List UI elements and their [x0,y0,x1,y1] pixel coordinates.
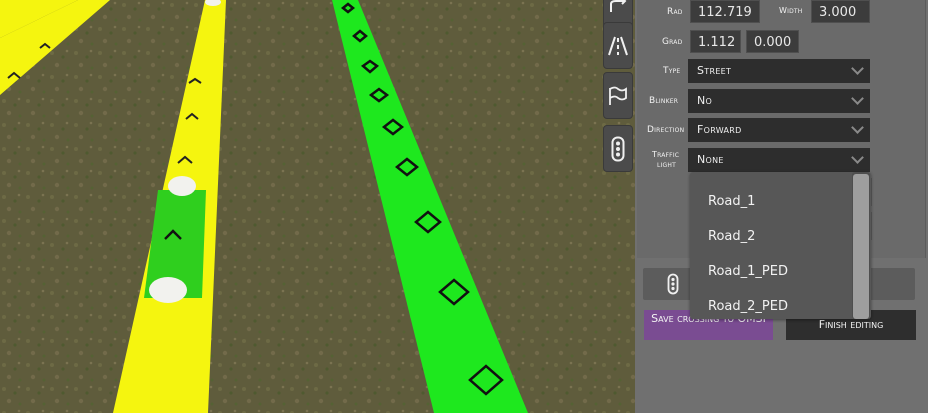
traffic-light-dropdown: Road_1 Road_2 Road_1_PED Road_2_PED [690,172,871,319]
3d-viewport[interactable] [0,0,638,413]
traffic-light-select[interactable]: None [688,148,870,172]
blinker-select-value: No [697,94,713,107]
width-field[interactable]: 3.000 [811,0,870,23]
rad-field[interactable]: 112.719 [690,0,760,23]
rad-label: Rad [667,7,683,17]
dropdown-option[interactable]: Road_2 [708,229,755,244]
blinker-select[interactable]: No [688,89,870,113]
traffic-light-icon [667,273,679,299]
traffic-light-label-line2: light [657,160,676,169]
lane-node-marker[interactable] [168,176,196,196]
direction-select-value: Forward [697,123,742,136]
traffic-light-select-value: None [697,153,724,166]
road-scene [0,0,638,413]
chevron-down-icon [851,151,864,164]
type-select-value: Street [697,64,732,77]
traffic-light-label-line1: Traffic [652,150,680,159]
dropdown-option[interactable]: Road_1_PED [708,264,788,279]
type-select[interactable]: Street [688,59,870,83]
lane-node-marker[interactable] [149,277,187,303]
width-label: Width [779,6,803,15]
chevron-down-icon [851,121,864,134]
dropdown-option[interactable]: Road_1 [708,194,755,209]
chevron-down-icon [851,92,864,105]
traffic-light-button[interactable] [603,125,633,172]
flag-button[interactable] [603,72,633,119]
curve-tool-icon [608,0,628,14]
grad-label: Grad [662,37,683,47]
grad-field-2[interactable]: 0.000 [746,30,799,53]
road-lanes-button[interactable] [603,22,633,69]
chevron-down-icon [851,62,864,75]
flag-icon [607,85,629,107]
direction-select[interactable]: Forward [688,118,870,142]
dropdown-option[interactable]: Road_2_PED [708,299,788,314]
type-label: Type [663,66,681,76]
blinker-label: Blinker [649,96,679,106]
traffic-light-icon [611,136,625,162]
tool-toolbar [601,0,635,413]
grass-ground [0,0,638,413]
dropdown-scrollbar-thumb[interactable] [853,174,869,319]
road-lanes-icon [607,35,629,57]
direction-label: Direction [647,125,685,135]
grad-field-1[interactable]: 1.112 [690,30,741,53]
